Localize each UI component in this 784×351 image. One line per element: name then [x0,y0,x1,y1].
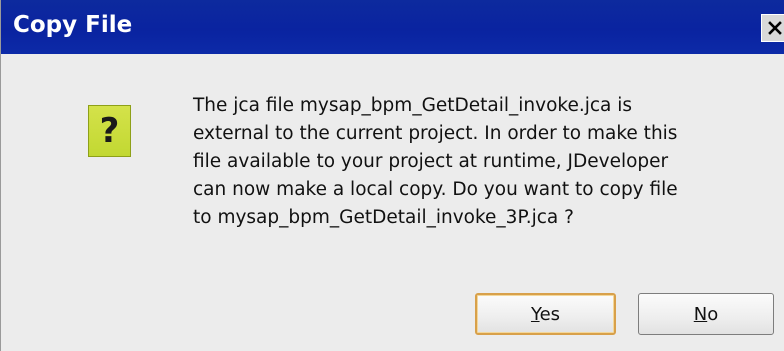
no-button[interactable]: No [638,293,774,335]
close-icon [768,21,782,35]
close-button[interactable] [761,14,784,42]
yes-mnemonic: Y [530,303,540,325]
question-icon: ? [88,105,131,157]
yes-button[interactable]: Yes [475,293,616,335]
no-button-label: No [694,304,718,325]
yes-button-label: Yes [531,304,560,325]
message-line: can now make a local copy. Do you want t… [193,179,678,200]
no-label-rest: o [707,303,719,325]
message-line: file available to your project at runtim… [193,151,669,172]
message-line: to mysap_bpm_GetDetail_invoke_3P.jca ? [193,207,574,228]
dialog-title: Copy File [13,12,133,38]
message-line: The jca file mysap_bpm_GetDetail_invoke.… [193,95,633,116]
no-mnemonic: N [693,303,708,325]
copy-file-dialog: Copy File ? The jca file mysap_bpm_GetDe… [0,0,784,351]
title-bar[interactable]: Copy File [1,0,784,54]
message-line: external to the current project. In orde… [193,123,678,144]
dialog-message: The jca file mysap_bpm_GetDetail_invoke.… [193,92,763,232]
yes-label-rest: es [539,303,561,325]
question-glyph: ? [99,111,120,151]
